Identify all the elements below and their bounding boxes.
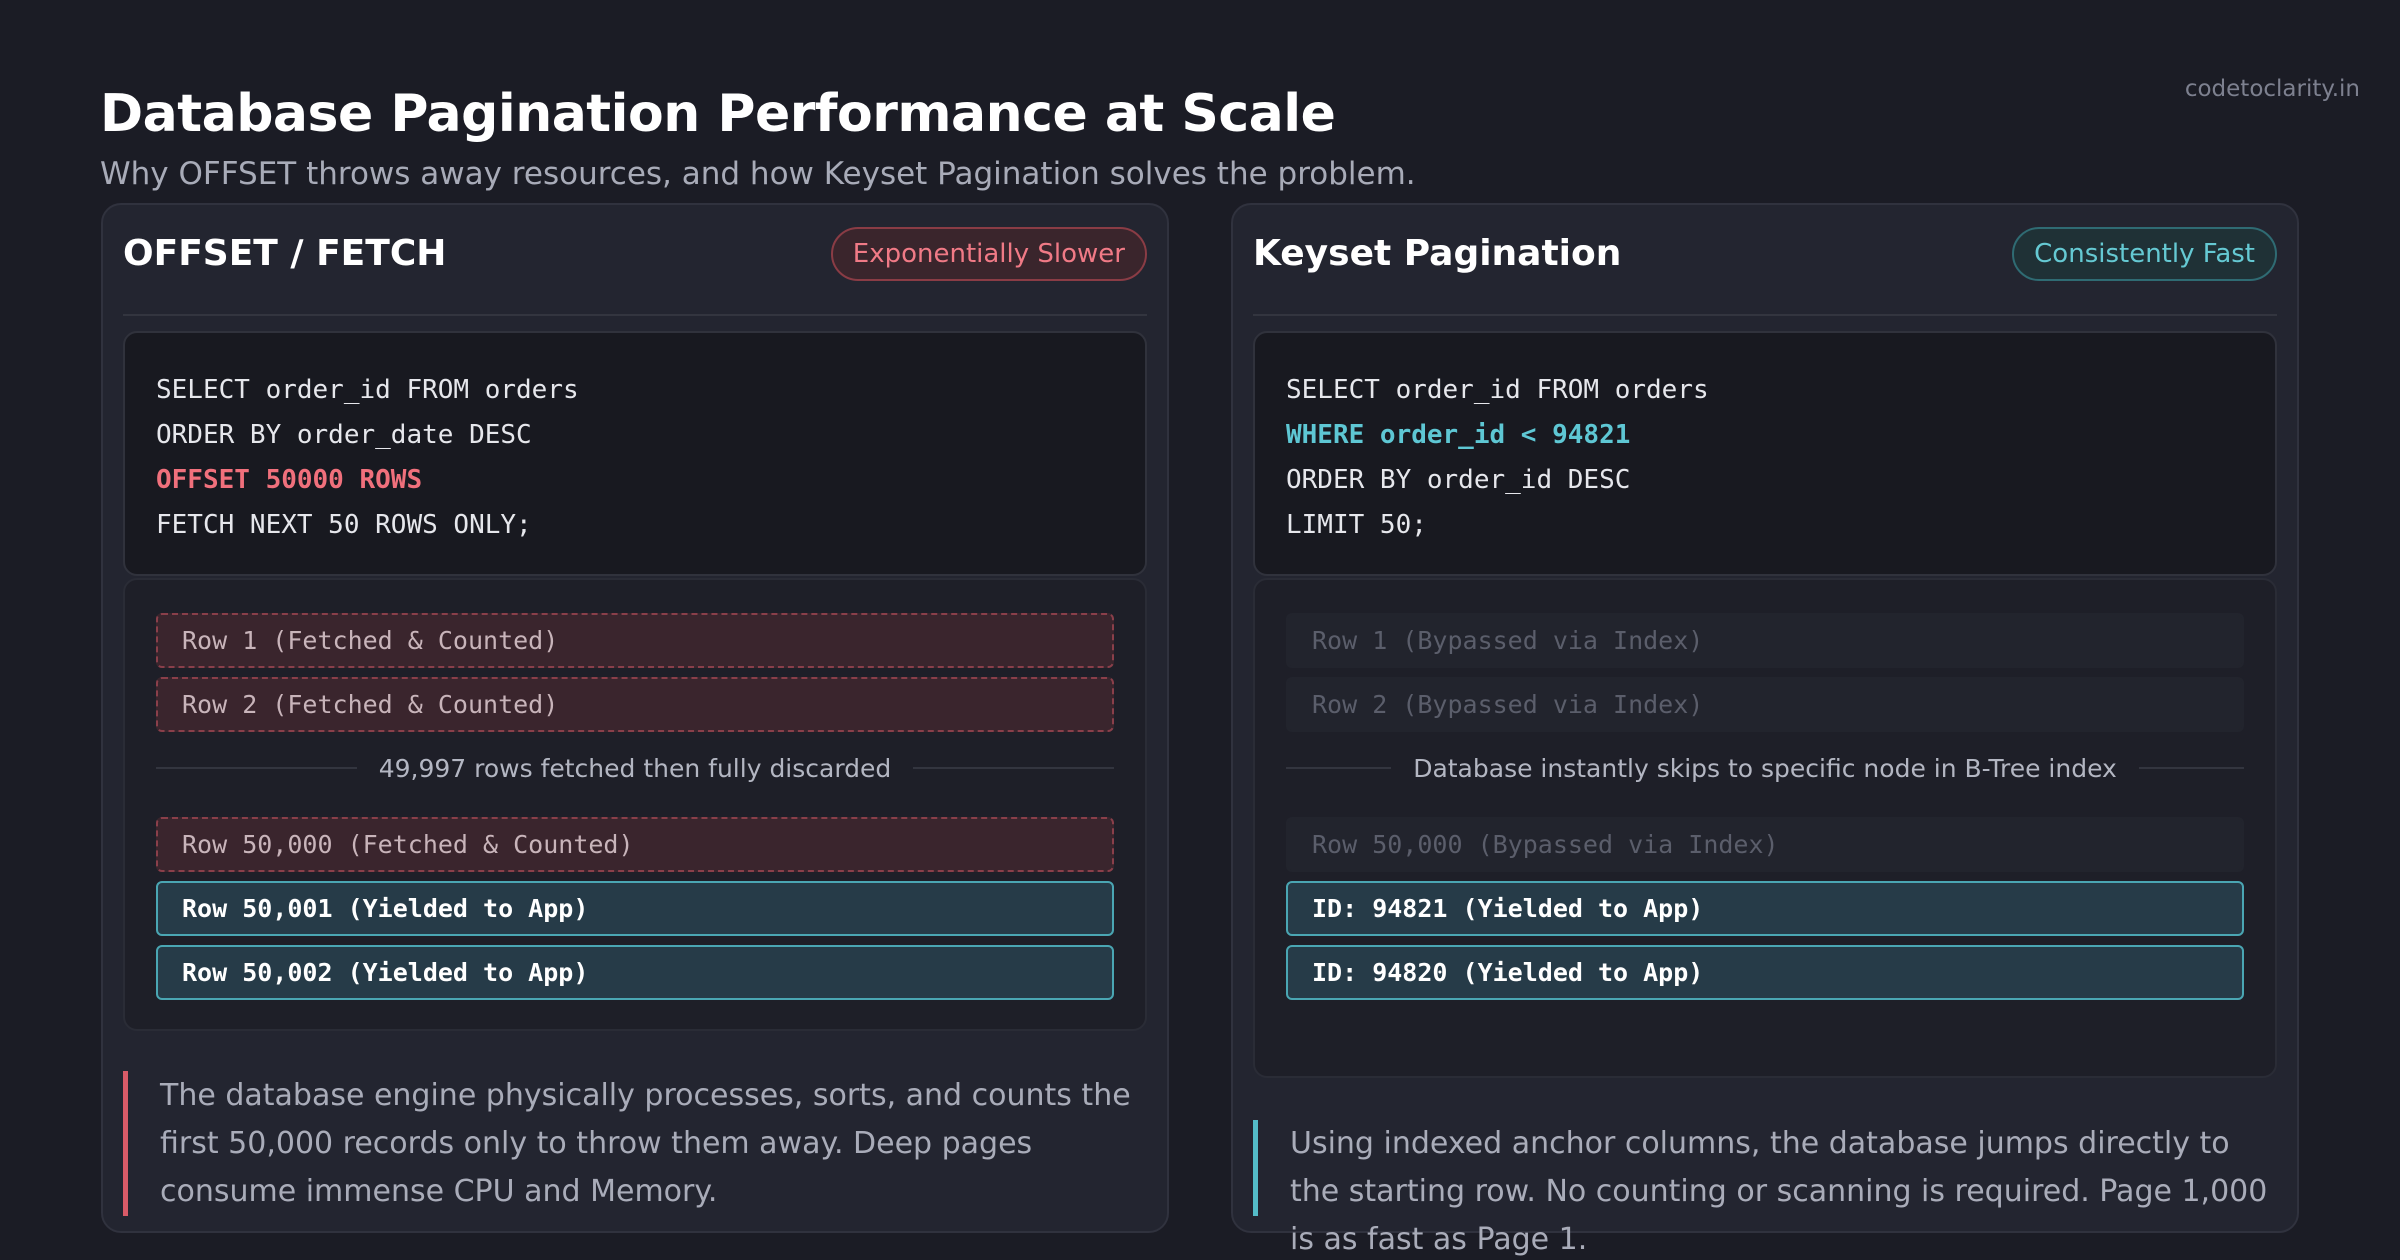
code-line: SELECT order_id FROM orders — [156, 375, 579, 405]
panel-divider — [1253, 314, 2277, 316]
keyset-code-block: SELECT order_id FROM orders WHERE order_… — [1253, 331, 2277, 576]
skip-separator: 49,997 rows fetched then fully discarded — [156, 748, 1115, 788]
code-line: FETCH NEXT 50 ROWS ONLY; — [156, 510, 532, 540]
panel-divider — [123, 314, 1147, 316]
keyset-panel: Keyset Pagination Consistently Fast SELE… — [1231, 203, 2299, 1257]
keyset-panel-title: Keyset Pagination — [1253, 233, 1622, 274]
separator-line — [156, 767, 357, 769]
keyset-explanation: Using indexed anchor columns, the databa… — [1253, 1120, 2277, 1257]
code-line: SELECT order_id FROM orders — [1286, 375, 1709, 405]
offset-explanation: The database engine physically processes… — [123, 1071, 1147, 1216]
code-line-highlight: WHERE order_id < 94821 — [1286, 420, 1631, 450]
offset-panel-title: OFFSET / FETCH — [123, 233, 447, 274]
skip-separator: Database instantly skips to specific nod… — [1286, 748, 2245, 788]
fast-badge: Consistently Fast — [2012, 227, 2277, 281]
offset-panel: OFFSET / FETCH Exponentially Slower SELE… — [101, 203, 1169, 1233]
yielded-row: ID: 94821 (Yielded to App) — [1286, 881, 2244, 936]
slow-badge: Exponentially Slower — [830, 227, 1147, 281]
fetched-row: Row 50,000 (Fetched & Counted) — [156, 817, 1114, 872]
watermark: codetoclarity.in — [2184, 76, 2360, 102]
fetched-row: Row 2 (Fetched & Counted) — [156, 677, 1114, 732]
code-line-highlight: OFFSET 50000 ROWS — [156, 465, 423, 495]
code-line: LIMIT 50; — [1286, 510, 1427, 540]
yielded-row: ID: 94820 (Yielded to App) — [1286, 945, 2244, 1000]
yielded-row: Row 50,002 (Yielded to App) — [156, 945, 1114, 1000]
separator-line — [913, 767, 1115, 769]
yielded-row: Row 50,001 (Yielded to App) — [156, 881, 1114, 936]
bypassed-row: Row 50,000 (Bypassed via Index) — [1286, 817, 2244, 872]
keyset-rows-diagram: Row 1 (Bypassed via Index) Row 2 (Bypass… — [1253, 578, 2277, 1078]
page: codetoclarity.in Database Pagination Per… — [0, 0, 2400, 1260]
fetched-row: Row 1 (Fetched & Counted) — [156, 613, 1114, 668]
offset-code-block: SELECT order_id FROM orders ORDER BY ord… — [123, 331, 1147, 576]
page-title: Database Pagination Performance at Scale — [100, 84, 1336, 144]
skip-label: Database instantly skips to specific nod… — [1413, 753, 2117, 783]
separator-line — [1286, 767, 1392, 769]
offset-rows-diagram: Row 1 (Fetched & Counted) Row 2 (Fetched… — [123, 578, 1147, 1031]
code-line: ORDER BY order_id DESC — [1286, 465, 1631, 495]
code-line: ORDER BY order_date DESC — [156, 420, 532, 450]
separator-line — [2138, 767, 2245, 769]
page-subtitle: Why OFFSET throws away resources, and ho… — [100, 156, 1416, 192]
bypassed-row: Row 2 (Bypassed via Index) — [1286, 677, 2244, 732]
skip-label: 49,997 rows fetched then fully discarded — [378, 753, 892, 783]
bypassed-row: Row 1 (Bypassed via Index) — [1286, 613, 2244, 668]
